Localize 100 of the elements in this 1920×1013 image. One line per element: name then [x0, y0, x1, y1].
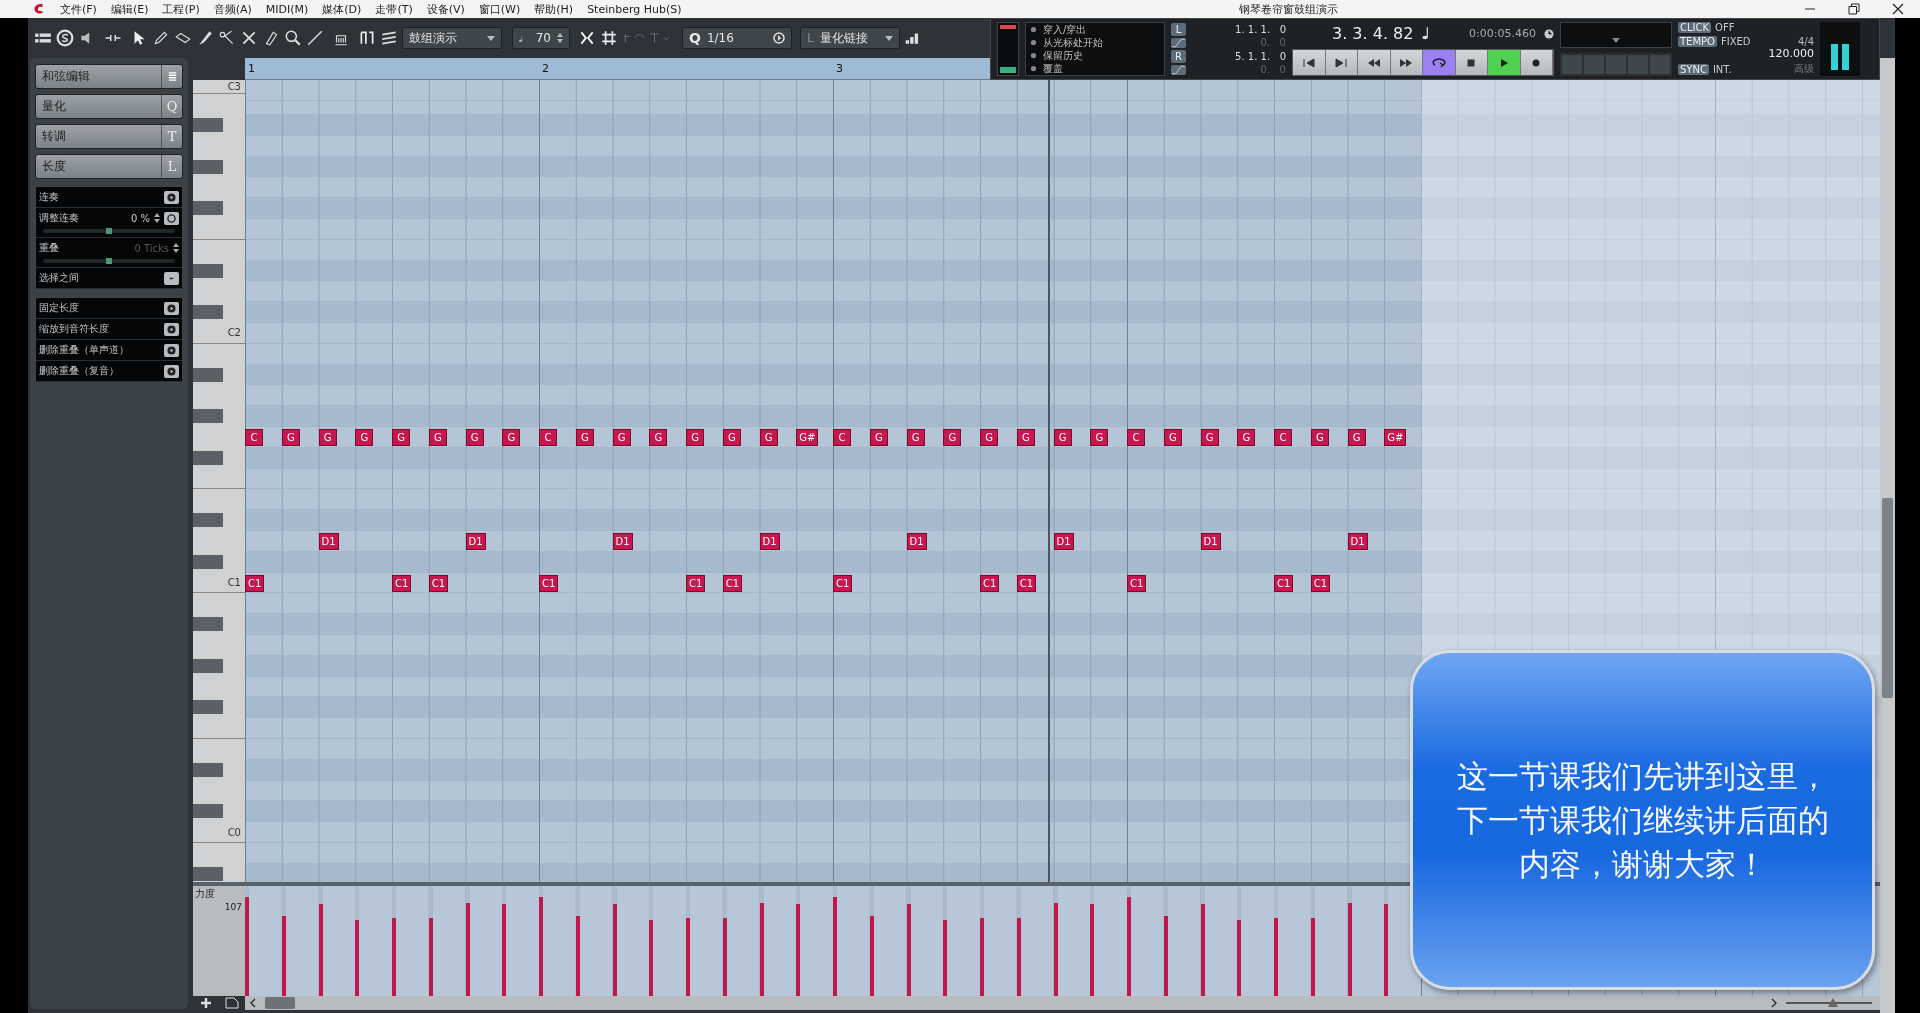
midi-note[interactable]: G [355, 428, 374, 446]
midi-note[interactable]: G [1053, 428, 1072, 446]
chevron-right-icon[interactable] [1770, 998, 1778, 1008]
piano-key[interactable] [193, 572, 245, 594]
velocity-bar[interactable] [906, 903, 911, 996]
midi-note[interactable]: G [1310, 428, 1329, 446]
velocity-bar[interactable] [1163, 915, 1168, 996]
midi-note[interactable]: C1 [428, 574, 449, 592]
piano-key[interactable] [193, 406, 245, 427]
horizontal-scrollbar[interactable] [245, 996, 1880, 1010]
piano-key[interactable] [193, 510, 245, 531]
piano-key[interactable] [193, 239, 245, 261]
transport-button[interactable] [1423, 50, 1456, 75]
velocity-bar[interactable] [722, 917, 727, 996]
midi-note[interactable]: G [575, 428, 594, 446]
transport-button[interactable] [1455, 50, 1488, 75]
snap-toggle-icon[interactable] [578, 29, 596, 47]
spinner-icon[interactable] [557, 32, 563, 44]
midi-note[interactable]: C [833, 428, 851, 446]
midi-note[interactable]: C1 [1310, 574, 1331, 592]
zoom-icon[interactable] [284, 29, 302, 47]
section-button[interactable]: 量化 Q [35, 94, 183, 119]
tempo-button[interactable]: TEMPO [1678, 35, 1717, 47]
minus-button[interactable] [164, 271, 179, 285]
velocity-bar[interactable] [1310, 917, 1315, 996]
locator-position[interactable]: 5. 1. 1. 0 [1190, 51, 1286, 62]
midi-note[interactable]: D1 [1347, 532, 1368, 550]
menu-item[interactable]: 窗口(W) [478, 1, 521, 17]
velocity-field[interactable]: 70 [512, 27, 570, 49]
midi-note[interactable]: G [1200, 428, 1219, 446]
piano-key[interactable] [193, 80, 245, 95]
timeline-ruler[interactable]: 1 2 3 [245, 58, 990, 80]
position-display[interactable]: 3. 3. 4. 82 [1332, 24, 1414, 43]
piano-key[interactable] [193, 468, 245, 490]
midi-note[interactable]: G [1163, 428, 1182, 446]
piano-key[interactable] [193, 302, 245, 323]
menu-item[interactable]: 媒体(D) [322, 1, 362, 17]
section-button[interactable]: 转调 T [35, 124, 183, 149]
lines-icon[interactable] [380, 29, 398, 47]
restore-icon[interactable] [1848, 3, 1860, 15]
midi-note[interactable]: G [502, 428, 521, 446]
menu-item[interactable]: MIDI(M) [265, 2, 309, 16]
midi-note[interactable]: G [612, 428, 631, 446]
velocity-bar[interactable] [575, 915, 580, 996]
menu-item[interactable]: 设备(V) [426, 1, 465, 17]
midi-note[interactable]: G [1016, 428, 1035, 446]
piano-key[interactable] [193, 614, 245, 635]
midi-note[interactable]: G [1237, 428, 1256, 446]
pencil-icon[interactable] [152, 29, 170, 47]
velocity-bar[interactable] [869, 915, 874, 996]
transport-button[interactable] [1293, 50, 1326, 75]
midi-note[interactable]: C1 [1127, 574, 1147, 592]
play-button[interactable] [164, 343, 179, 357]
midi-note[interactable]: G# [1384, 428, 1407, 446]
velocity-bar[interactable] [1090, 903, 1095, 996]
midi-note[interactable]: G [392, 428, 410, 446]
piano-key[interactable] [193, 822, 245, 843]
midi-note[interactable]: C1 [392, 574, 412, 592]
midi-note[interactable]: D1 [612, 532, 633, 550]
menu-item[interactable]: Steinberg Hub(S) [587, 2, 682, 16]
sync-button[interactable]: SYNC [1678, 63, 1709, 75]
velocity-bar[interactable] [1200, 903, 1205, 996]
transport-button[interactable] [1488, 50, 1521, 75]
midi-note[interactable]: C [245, 428, 263, 446]
locator-button[interactable]: L [1171, 23, 1186, 36]
piano-key[interactable] [193, 343, 245, 365]
midi-note[interactable]: G [465, 428, 484, 446]
mode-option[interactable]: 覆盖 [1043, 62, 1063, 75]
midi-note[interactable]: C1 [1016, 574, 1037, 592]
menu-item[interactable]: 工程(P) [162, 1, 200, 17]
apply-button[interactable] [164, 211, 179, 225]
velocity-bar[interactable] [428, 917, 433, 996]
chevron-left-icon[interactable] [249, 998, 257, 1008]
midi-note[interactable]: G [943, 428, 962, 446]
quantize-field[interactable]: Q 1/16 [682, 27, 792, 49]
midi-note[interactable]: G [686, 428, 704, 446]
slider[interactable] [43, 229, 175, 233]
piano-key[interactable] [193, 198, 245, 219]
solo-icon[interactable] [56, 29, 74, 47]
ramp-icon[interactable] [1171, 64, 1186, 75]
midi-note[interactable]: G [428, 428, 447, 446]
midi-note[interactable]: C1 [980, 574, 1000, 592]
locator-button[interactable]: R [1171, 50, 1186, 63]
midi-note[interactable]: C1 [833, 574, 853, 592]
midi-note[interactable]: D1 [906, 532, 927, 550]
vertical-scrollbar[interactable] [1880, 58, 1895, 1013]
mode-option[interactable]: 保留历史 [1043, 49, 1083, 62]
spinner-icon[interactable] [173, 242, 179, 254]
scissors-icon[interactable] [218, 29, 236, 47]
clock-icon[interactable] [1544, 28, 1554, 39]
midi-note[interactable]: G [980, 428, 998, 446]
velocity-bar[interactable] [612, 903, 617, 996]
columns-icon[interactable] [358, 29, 376, 47]
midi-note[interactable]: D1 [318, 532, 339, 550]
midi-note[interactable]: G [318, 428, 337, 446]
play-button[interactable] [164, 190, 179, 204]
menu-item[interactable]: 走带(T) [375, 1, 413, 17]
velocity-bar[interactable] [1384, 903, 1389, 996]
midi-note[interactable]: C1 [539, 574, 559, 592]
menu-item[interactable]: 编辑(E) [110, 1, 149, 17]
